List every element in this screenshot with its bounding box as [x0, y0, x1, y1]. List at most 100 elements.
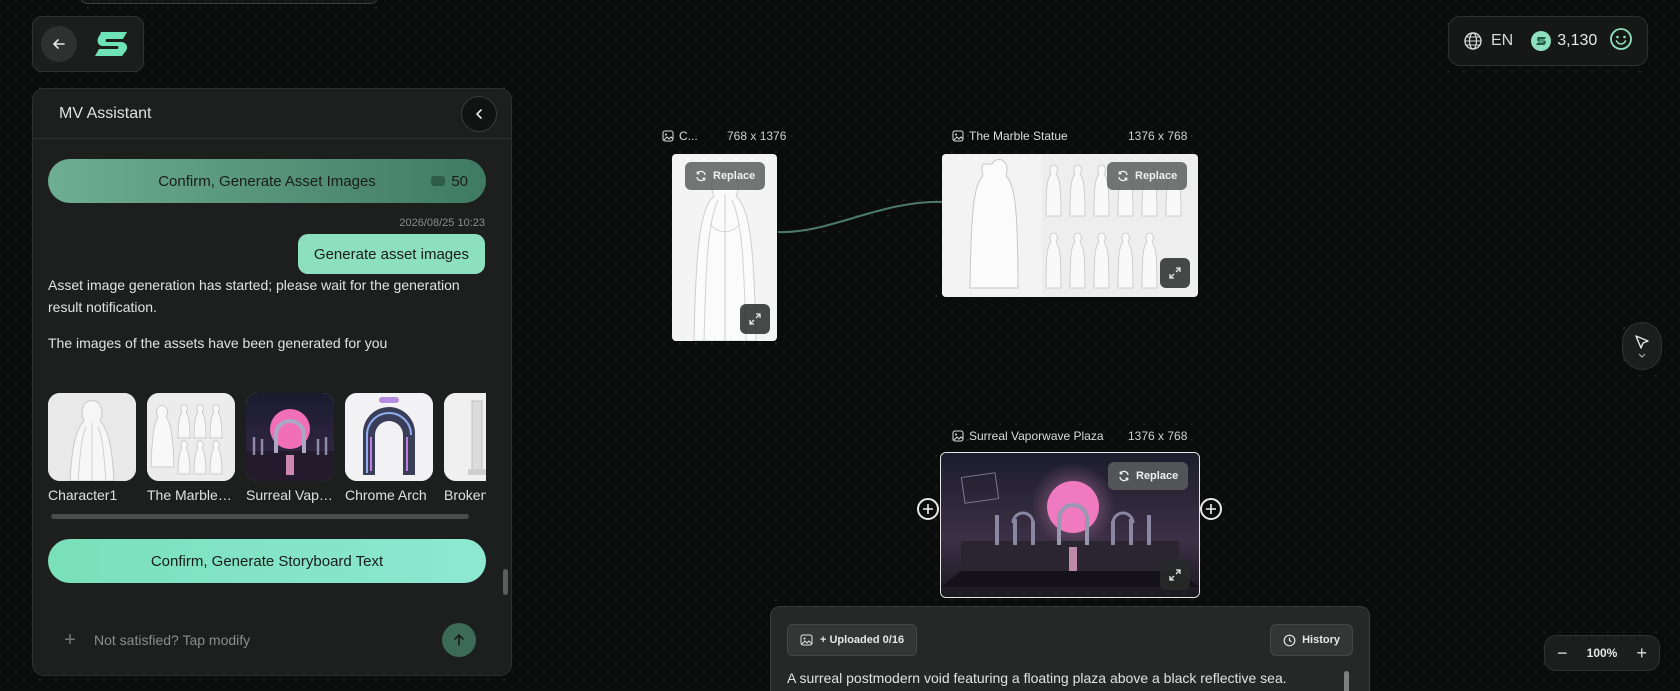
- refresh-icon: [1119, 470, 1129, 482]
- node-size-vaporwave-plaza: 1376 x 768: [1128, 429, 1188, 443]
- image-icon: [662, 130, 674, 142]
- replace-button[interactable]: Replace: [1107, 162, 1188, 190]
- credit-icon: [431, 176, 446, 186]
- assistant-panel: MV Assistant Confirm, Generate Asset Ima…: [32, 88, 512, 676]
- zoom-control: − 100% +: [1544, 635, 1660, 671]
- arrow-up-icon: [454, 634, 464, 646]
- chevron-down-icon: [1638, 353, 1646, 358]
- asset-thumb-marble-statue[interactable]: The Marble Statue: [147, 393, 235, 503]
- asset-image: [345, 393, 433, 481]
- assistant-header: MV Assistant: [33, 89, 511, 139]
- asset-label: Surreal Vaporwave Plaza: [246, 487, 334, 503]
- node-connector: [777, 200, 945, 234]
- cursor-icon: [1635, 335, 1649, 349]
- upload-reference-button[interactable]: + Uploaded 0/16: [787, 624, 918, 656]
- expand-button[interactable]: [740, 304, 770, 334]
- app-logo[interactable]: [89, 26, 133, 62]
- asset-image: [444, 393, 486, 481]
- assistant-message-done: The images of the assets have been gener…: [48, 335, 388, 351]
- smiley-icon: [1610, 27, 1633, 50]
- uploaded-label: + Uploaded 0/16: [820, 634, 905, 646]
- plus-icon: [923, 504, 933, 514]
- add-node-left-button[interactable]: [917, 498, 939, 520]
- confirm-generate-assets-button[interactable]: Confirm, Generate Asset Images 50: [48, 159, 486, 203]
- asset-image: [246, 393, 334, 481]
- credits-value: 3,130: [1557, 32, 1598, 49]
- language-switcher[interactable]: EN: [1463, 31, 1513, 51]
- history-button[interactable]: History: [1270, 624, 1353, 656]
- asset-thumb-vaporwave-plaza[interactable]: Surreal Vaporwave Plaza: [246, 393, 334, 503]
- asset-image: [48, 393, 136, 481]
- replace-button[interactable]: Replace: [1108, 462, 1189, 490]
- image-icon: [952, 130, 964, 142]
- node-title-character: C...: [662, 129, 698, 143]
- send-button[interactable]: [442, 623, 476, 657]
- refresh-icon: [1118, 170, 1128, 182]
- history-label: History: [1302, 634, 1340, 646]
- replace-label: Replace: [713, 170, 756, 182]
- credits-balance[interactable]: 3,130: [1531, 31, 1597, 51]
- zoom-in-button[interactable]: +: [1636, 643, 1647, 664]
- asset-image: [147, 393, 235, 481]
- credit-coin-icon: [1531, 31, 1552, 51]
- asset-label: Broken: [444, 487, 486, 503]
- user-message-bubble: Generate asset images: [297, 234, 485, 274]
- node-title-marble-statue: The Marble Statue: [952, 129, 1068, 143]
- prompt-text[interactable]: A surreal postmodern void featuring a fl…: [787, 670, 1287, 686]
- prompt-scrollbar[interactable]: [1344, 671, 1349, 691]
- user-avatar-button[interactable]: [1609, 27, 1633, 56]
- arrow-left-icon: [53, 39, 65, 49]
- top-right-toolbar: EN 3,130: [1448, 16, 1648, 66]
- node-title-vaporwave-plaza: Surreal Vaporwave Plaza: [952, 429, 1104, 443]
- chevron-left-icon: [476, 108, 482, 119]
- logo-icon: [95, 32, 128, 56]
- expand-icon: [1169, 267, 1181, 279]
- expand-icon: [1169, 569, 1181, 581]
- attach-plus-icon[interactable]: +: [60, 629, 80, 652]
- plus-icon: [1206, 504, 1216, 514]
- collapse-panel-button[interactable]: [461, 95, 497, 132]
- zoom-level: 100%: [1586, 646, 1618, 660]
- chat-scrollbar[interactable]: [503, 569, 508, 595]
- replace-label: Replace: [1135, 170, 1178, 182]
- expand-icon: [749, 313, 761, 325]
- pointer-tool-selector[interactable]: [1622, 322, 1662, 370]
- back-button[interactable]: [41, 26, 77, 62]
- canvas-node-vaporwave-plaza[interactable]: Replace: [940, 452, 1200, 598]
- canvas-node-character[interactable]: Replace: [672, 154, 777, 341]
- asset-label: Chrome Arch: [345, 487, 427, 503]
- node-size-character: 768 x 1376: [727, 129, 787, 143]
- cost-value: 50: [451, 172, 468, 190]
- zoom-out-button[interactable]: −: [1557, 643, 1568, 664]
- assistant-title: MV Assistant: [59, 104, 152, 122]
- image-add-icon: [800, 634, 813, 646]
- node-size-marble-statue: 1376 x 768: [1128, 129, 1188, 143]
- asset-thumb-chrome-arch[interactable]: Chrome Arch: [345, 393, 433, 503]
- language-label: EN: [1491, 32, 1514, 49]
- cost-badge: 50: [431, 173, 468, 190]
- app-header: [32, 16, 144, 72]
- asset-thumb-broken[interactable]: Broken: [444, 393, 486, 503]
- replace-label: Replace: [1136, 470, 1179, 482]
- asset-label: Character1: [48, 487, 118, 503]
- modify-input[interactable]: [94, 632, 428, 648]
- expand-button[interactable]: [1160, 560, 1190, 590]
- confirm-assets-label: Confirm, Generate Asset Images: [158, 172, 376, 190]
- confirm-generate-storyboard-button[interactable]: Confirm, Generate Storyboard Text: [48, 539, 486, 583]
- thumbnails-scrollbar[interactable]: [51, 514, 469, 519]
- canvas-node-marble-statue[interactable]: Replace: [942, 154, 1198, 297]
- replace-button[interactable]: Replace: [685, 162, 766, 190]
- globe-icon: [1464, 32, 1482, 50]
- node-title-text: C...: [679, 129, 698, 143]
- expand-button[interactable]: [1160, 258, 1190, 288]
- node-title-text: Surreal Vaporwave Plaza: [969, 429, 1104, 443]
- asset-thumbnails: Character1 The Marble Statue: [48, 393, 486, 503]
- asset-thumb-character1[interactable]: Character1: [48, 393, 136, 503]
- assistant-message-started: Asset image generation has started; plea…: [48, 277, 460, 315]
- add-node-right-button[interactable]: [1200, 498, 1222, 520]
- asset-label: The Marble Statue: [147, 487, 235, 503]
- chat-input-row: +: [48, 615, 488, 665]
- refresh-icon: [696, 170, 706, 182]
- node-title-text: The Marble Statue: [969, 129, 1068, 143]
- prompt-editor-panel: + Uploaded 0/16 History A surreal postmo…: [770, 606, 1370, 691]
